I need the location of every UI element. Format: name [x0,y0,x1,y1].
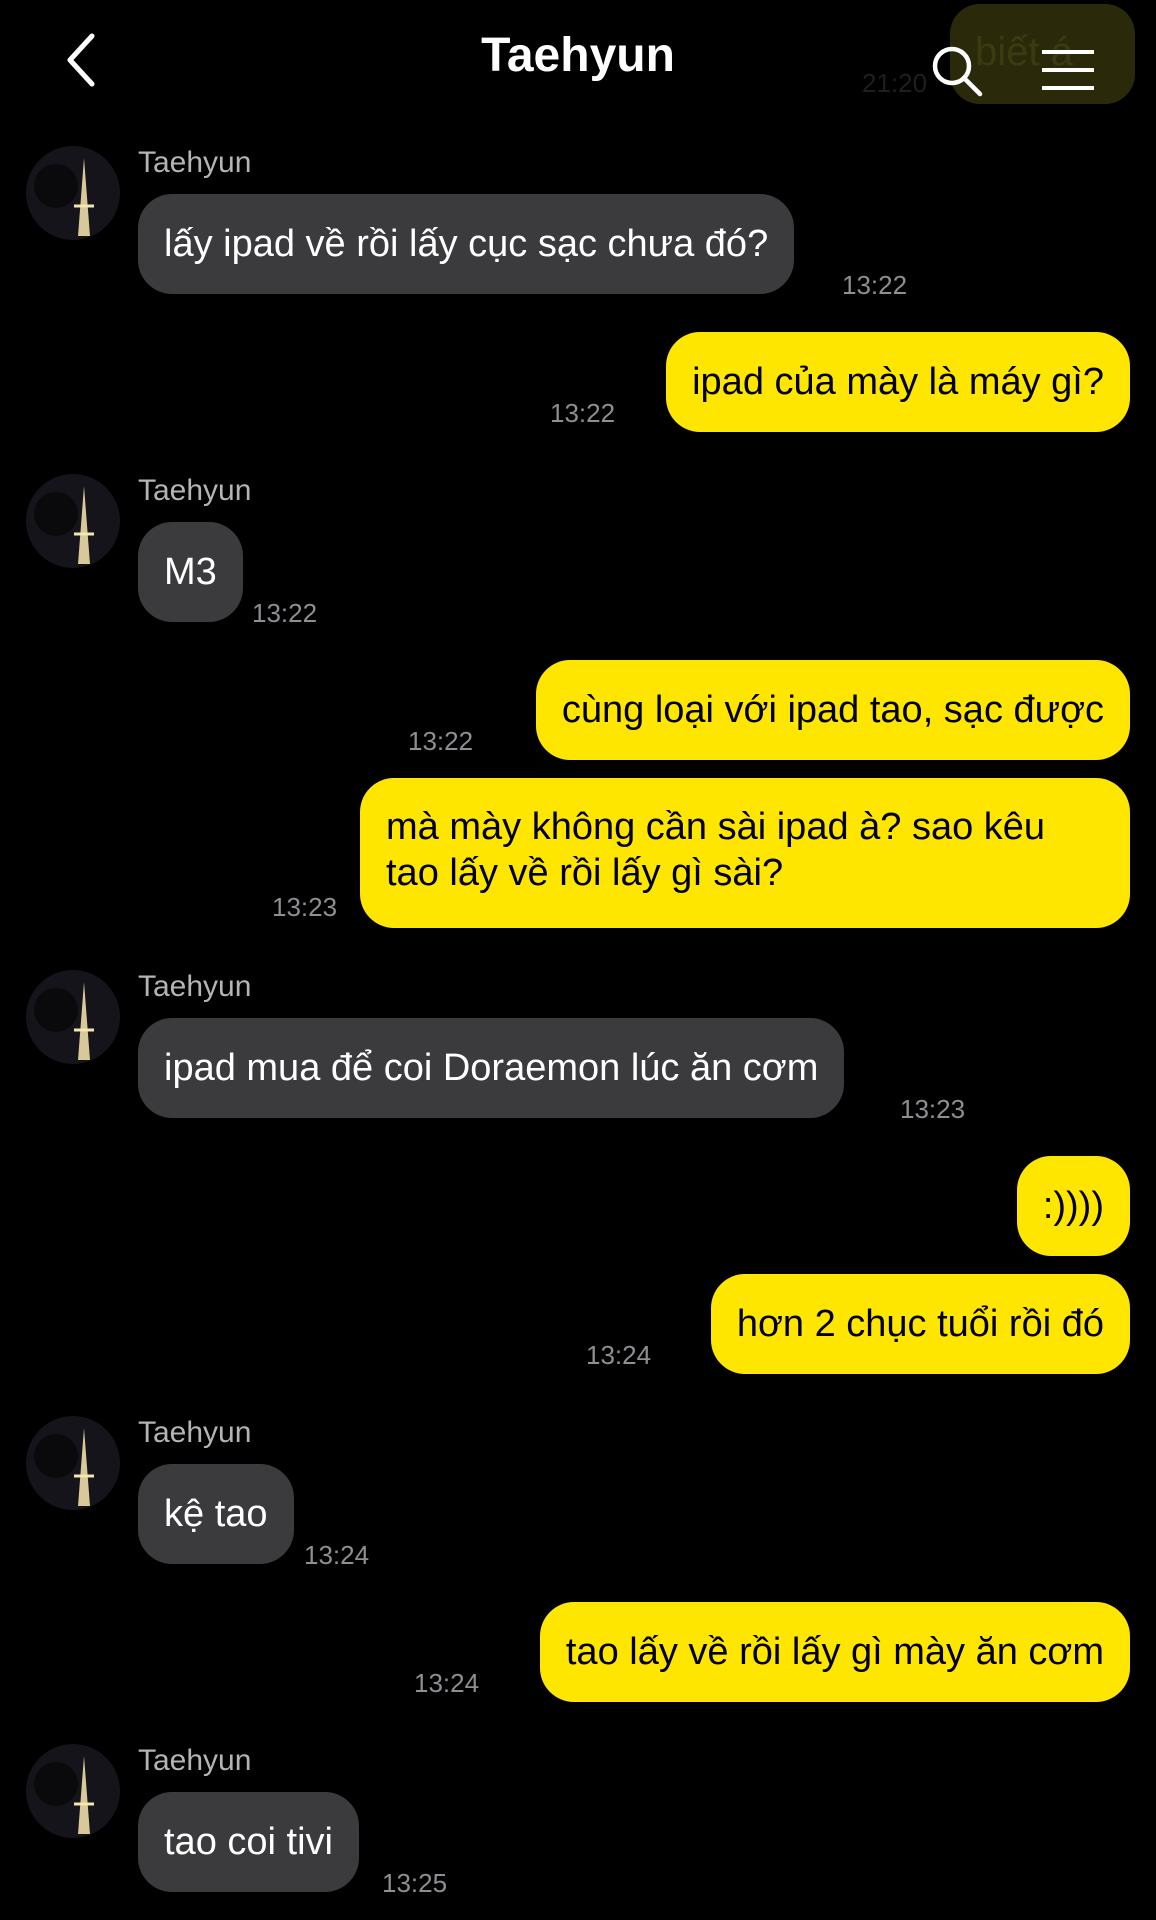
message-time: 13:24 [304,1540,370,1570]
message-bubble[interactable]: kệ tao [138,1464,294,1564]
avatar[interactable] [26,1744,120,1838]
message-bubble[interactable]: hơn 2 chục tuổi rồi đó [710,1274,1130,1374]
avatar[interactable] [26,146,120,240]
message-time: 13:24 [414,1668,480,1698]
message-bubble[interactable]: ipad mua để coi Doraemon lúc ăn cơm [138,1018,845,1118]
message-bubble[interactable]: lấy ipad về rồi lấy cục sạc chưa đó? [138,194,795,294]
message-bubble[interactable]: :)))) [1016,1156,1130,1256]
message-bubble[interactable]: tao coi tivi [138,1792,359,1892]
sender-name: Taehyun [138,474,252,507]
sender-name: Taehyun [138,970,252,1003]
message-time: 13:22 [408,726,474,756]
message-bubble[interactable]: mà mày không cần sài ipad à? sao kêu tao… [360,778,1130,928]
search-icon[interactable] [930,44,986,100]
sender-name: Taehyun [138,146,252,179]
message-time: 13:22 [842,270,908,300]
message-time: 13:25 [382,1868,448,1898]
message-time: 13:23 [272,892,338,922]
avatar[interactable] [26,474,120,568]
message-bubble[interactable]: cùng loại với ipad tao, sạc được [535,660,1130,760]
sender-name: Taehyun [138,1416,252,1449]
sender-name: Taehyun [138,1744,252,1777]
message-time: 13:24 [586,1340,652,1370]
message-time: 13:22 [550,398,616,428]
message-time: 13:23 [900,1094,966,1124]
message-bubble[interactable]: M3 [138,522,243,622]
hamburger-menu-icon[interactable] [1040,48,1096,92]
message-time: 13:22 [252,598,318,628]
chat-header: Taehyun [0,0,1156,120]
message-bubble[interactable]: tao lấy về rồi lấy gì mày ăn cơm [539,1602,1130,1702]
message-bubble[interactable]: ipad của mày là máy gì? [666,332,1130,432]
avatar[interactable] [26,970,120,1064]
avatar[interactable] [26,1416,120,1510]
